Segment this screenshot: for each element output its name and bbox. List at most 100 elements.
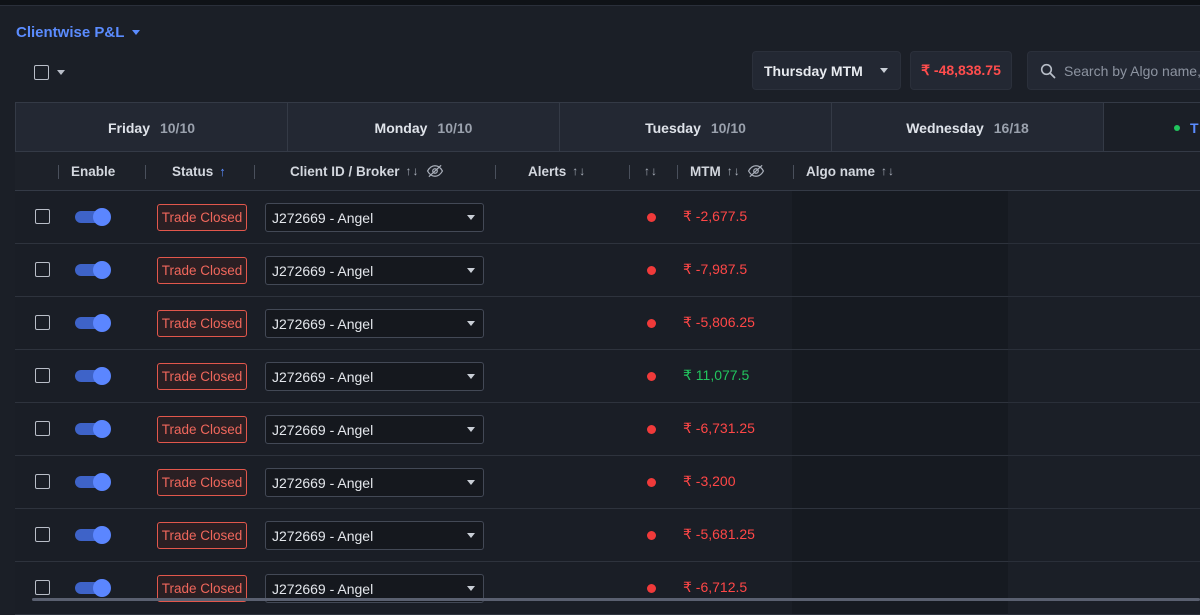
mtm-day-select-label: Thursday MTM xyxy=(764,62,863,79)
column-label: Alerts xyxy=(528,163,567,179)
mtm-value: ₹ -3,200 xyxy=(683,473,736,489)
column-algo[interactable]: Algo name ↑↓ xyxy=(806,152,895,190)
column-separator xyxy=(58,165,59,179)
chevron-down-icon xyxy=(880,68,888,73)
tab-thursday[interactable]: T xyxy=(1103,102,1200,152)
page-title-dropdown[interactable]: Clientwise P&L xyxy=(16,24,141,41)
enable-toggle[interactable] xyxy=(75,261,111,279)
table-row: Trade Closed J272669 - Angel ₹ -3,200 xyxy=(15,456,1200,509)
client-broker-value: J272669 - Angel xyxy=(272,262,374,279)
select-all-control[interactable] xyxy=(34,65,65,80)
table-row: Trade Closed J272669 - Angel ₹ -6,731.25 xyxy=(15,403,1200,456)
table-row: Trade Closed J272669 - Angel ₹ -6,712.5 xyxy=(15,562,1200,615)
sort-icon[interactable]: ↑↓ xyxy=(644,164,658,178)
sort-icon[interactable]: ↑↓ xyxy=(406,164,420,178)
sort-icon[interactable]: ↑↓ xyxy=(572,164,586,178)
status-badge: Trade Closed xyxy=(157,204,247,231)
enable-toggle[interactable] xyxy=(75,579,111,597)
alert-dot-icon xyxy=(647,584,656,593)
client-broker-select[interactable]: J272669 - Angel xyxy=(265,362,484,391)
alert-dot-icon xyxy=(647,531,656,540)
column-separator xyxy=(793,165,794,179)
enable-toggle[interactable] xyxy=(75,367,111,385)
tab-day-label: Wednesday xyxy=(906,119,984,136)
table-row: Trade Closed J272669 - Angel ₹ -2,677.5 xyxy=(15,191,1200,244)
search-input[interactable] xyxy=(1064,62,1200,79)
tab-wednesday[interactable]: Wednesday 16/18 xyxy=(831,102,1104,152)
search-box[interactable] xyxy=(1027,51,1200,90)
row-checkbox[interactable] xyxy=(35,474,50,489)
tab-tuesday[interactable]: Tuesday 10/10 xyxy=(559,102,832,152)
status-badge: Trade Closed xyxy=(157,416,247,443)
status-badge: Trade Closed xyxy=(157,469,247,496)
row-checkbox[interactable] xyxy=(35,262,50,277)
chevron-down-icon xyxy=(467,321,475,326)
client-broker-select[interactable]: J272669 - Angel xyxy=(265,309,484,338)
enable-toggle[interactable] xyxy=(75,420,111,438)
mtm-day-select[interactable]: Thursday MTM xyxy=(752,51,901,90)
row-checkbox[interactable] xyxy=(35,368,50,383)
column-alerts[interactable]: Alerts ↑↓ xyxy=(528,152,586,190)
column-separator xyxy=(677,165,678,179)
tab-day-label: Monday xyxy=(374,119,428,136)
client-broker-value: J272669 - Angel xyxy=(272,209,374,226)
pnl-table: Enable Status ↑ Client ID / Broker ↑↓ Al… xyxy=(15,151,1200,615)
column-label: Algo name xyxy=(806,163,876,179)
mtm-value: ₹ 11,077.5 xyxy=(683,367,750,383)
page-title: Clientwise P&L xyxy=(16,24,125,41)
column-enable: Enable xyxy=(71,152,115,190)
alert-dot-icon xyxy=(647,319,656,328)
status-badge: Trade Closed xyxy=(157,257,247,284)
chevron-down-icon xyxy=(467,374,475,379)
column-label: Enable xyxy=(71,163,116,179)
column-label: Status xyxy=(172,163,214,179)
client-broker-value: J272669 - Angel xyxy=(272,368,374,385)
row-checkbox[interactable] xyxy=(35,580,50,595)
chevron-down-icon[interactable] xyxy=(57,70,65,75)
tab-day-label: T xyxy=(1190,119,1199,136)
column-separator xyxy=(629,165,630,179)
column-status[interactable]: Status ↑ xyxy=(172,152,226,190)
mtm-value: ₹ -5,806.25 xyxy=(683,314,755,330)
mtm-value: ₹ -5,681.25 xyxy=(683,526,755,542)
client-broker-value: J272669 - Angel xyxy=(272,580,374,597)
eye-off-icon[interactable] xyxy=(426,164,444,178)
client-broker-select[interactable]: J272669 - Angel xyxy=(265,468,484,497)
column-client[interactable]: Client ID / Broker ↑↓ xyxy=(290,152,444,190)
tab-monday[interactable]: Monday 10/10 xyxy=(287,102,560,152)
column-unnamed[interactable]: ↑↓ xyxy=(644,152,658,190)
sort-asc-icon[interactable]: ↑ xyxy=(219,164,226,179)
sort-icon[interactable]: ↑↓ xyxy=(727,164,741,178)
tab-friday[interactable]: Friday 10/10 xyxy=(15,102,288,152)
table-row: Trade Closed J272669 - Angel ₹ 11,077.5 xyxy=(15,350,1200,403)
chevron-down-icon xyxy=(467,480,475,485)
client-broker-value: J272669 - Angel xyxy=(272,421,374,438)
enable-toggle[interactable] xyxy=(75,526,111,544)
row-checkbox[interactable] xyxy=(35,527,50,542)
column-mtm[interactable]: MTM ↑↓ xyxy=(690,152,765,190)
row-checkbox[interactable] xyxy=(35,421,50,436)
tab-count: 10/10 xyxy=(437,119,473,136)
total-mtm-value: ₹ -48,838.75 xyxy=(910,51,1012,90)
tab-count: 10/10 xyxy=(159,119,196,136)
mtm-value: ₹ -6,731.25 xyxy=(683,420,755,436)
client-broker-select[interactable]: J272669 - Angel xyxy=(265,521,484,550)
enable-toggle[interactable] xyxy=(75,314,111,332)
client-broker-select[interactable]: J272669 - Angel xyxy=(265,415,484,444)
select-all-checkbox[interactable] xyxy=(34,65,49,80)
mtm-value: ₹ -6,712.5 xyxy=(683,579,748,595)
table-row: Trade Closed J272669 - Angel ₹ -7,987.5 xyxy=(15,244,1200,297)
client-broker-value: J272669 - Angel xyxy=(272,527,374,544)
eye-off-icon[interactable] xyxy=(747,164,765,178)
enable-toggle[interactable] xyxy=(75,208,111,226)
row-checkbox[interactable] xyxy=(35,209,50,224)
enable-toggle[interactable] xyxy=(75,473,111,491)
client-broker-select[interactable]: J272669 - Angel xyxy=(265,203,484,232)
column-separator xyxy=(495,165,496,179)
sort-icon[interactable]: ↑↓ xyxy=(881,164,895,178)
client-broker-select[interactable]: J272669 - Angel xyxy=(265,256,484,285)
status-badge: Trade Closed xyxy=(157,522,247,549)
mtm-value: ₹ -2,677.5 xyxy=(683,208,748,224)
tab-day-label: Friday xyxy=(107,119,150,136)
row-checkbox[interactable] xyxy=(35,315,50,330)
